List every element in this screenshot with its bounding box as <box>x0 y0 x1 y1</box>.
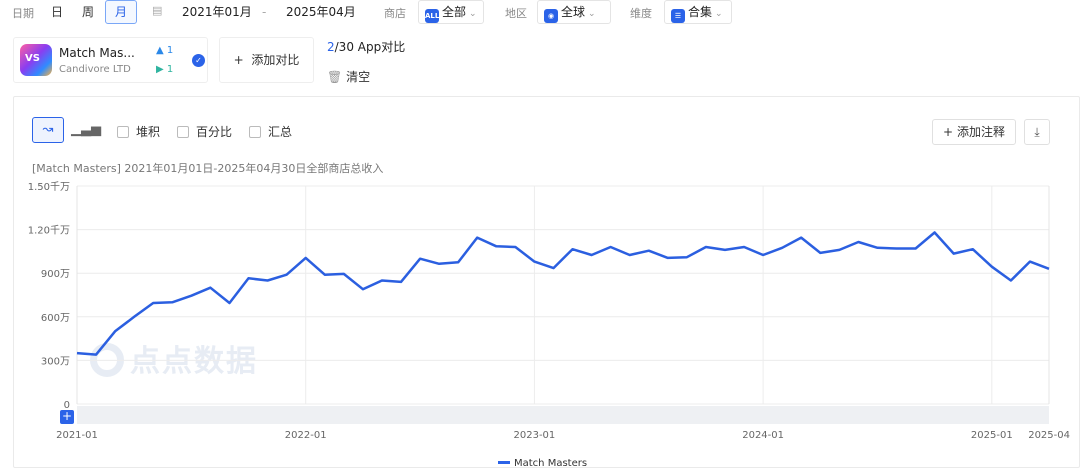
y-tick-label: 600万 <box>41 313 70 324</box>
add-event-button[interactable]: + <box>60 410 74 424</box>
legend-swatch <box>498 461 510 464</box>
x-tick-label: 2023-01 <box>514 430 556 441</box>
y-tick-label: 900万 <box>41 269 70 280</box>
line-chart: 0300万600万900万1.20千万1.50千万2021-01 2022-01 2… <box>28 181 1070 441</box>
y-tick-label: 1.20千万 <box>28 225 70 237</box>
y-tick-label: 1.50千万 <box>28 181 70 193</box>
x-tick-label: 2025-04 <box>1028 430 1070 441</box>
x-tick-label: 2021-01 <box>56 430 98 441</box>
zoom-slider <box>77 406 1049 424</box>
y-tick-label: 300万 <box>41 356 70 367</box>
chart-legend[interactable]: Match Masters <box>498 458 587 469</box>
series-line-match-masters <box>76 231 1050 356</box>
legend-label: Match Masters <box>514 458 588 469</box>
x-tick-label: 2022-01 <box>285 430 327 441</box>
x-tick-label: 2025-01 <box>971 430 1013 441</box>
x-tick-label: 2024-01 <box>742 430 784 441</box>
